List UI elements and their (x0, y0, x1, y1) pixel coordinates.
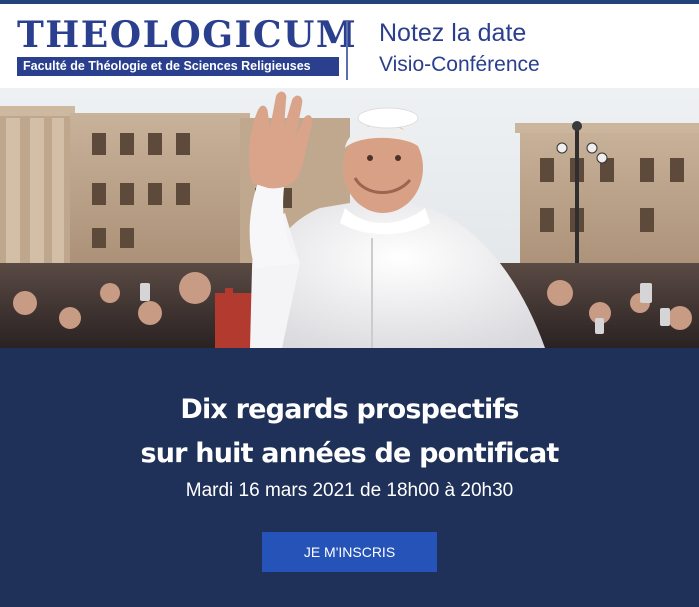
register-button[interactable]: JE M'INSCRIS (262, 532, 437, 572)
event-date: Mardi 16 mars 2021 de 18h00 à 20h30 (185, 480, 514, 501)
hero-image (0, 88, 699, 348)
save-the-date-notice: Notez la date Visio-Conférence (379, 18, 540, 79)
event-title-line-2: sur huit années de pontificat (140, 438, 559, 469)
event-panel: Dix regards prospectifs sur huit années … (0, 348, 699, 607)
event-title-line-1: Dix regards prospectifs (180, 394, 519, 425)
logo-tagline: Faculté de Théologie et de Sciences Reli… (17, 57, 339, 76)
hero-photo-pope-waving (0, 88, 699, 348)
logo-wordmark: THEOLOGICUM (17, 14, 358, 56)
theologicum-logo[interactable]: THEOLOGICUM Faculté de Théologie et de S… (17, 14, 358, 76)
header-divider (346, 20, 348, 80)
notice-title: Notez la date (379, 19, 527, 47)
notice-subtitle: Visio-Conférence (379, 53, 540, 76)
email-header: THEOLOGICUM Faculté de Théologie et de S… (0, 4, 699, 88)
event-title: Dix regards prospectifs sur huit années … (0, 388, 699, 476)
